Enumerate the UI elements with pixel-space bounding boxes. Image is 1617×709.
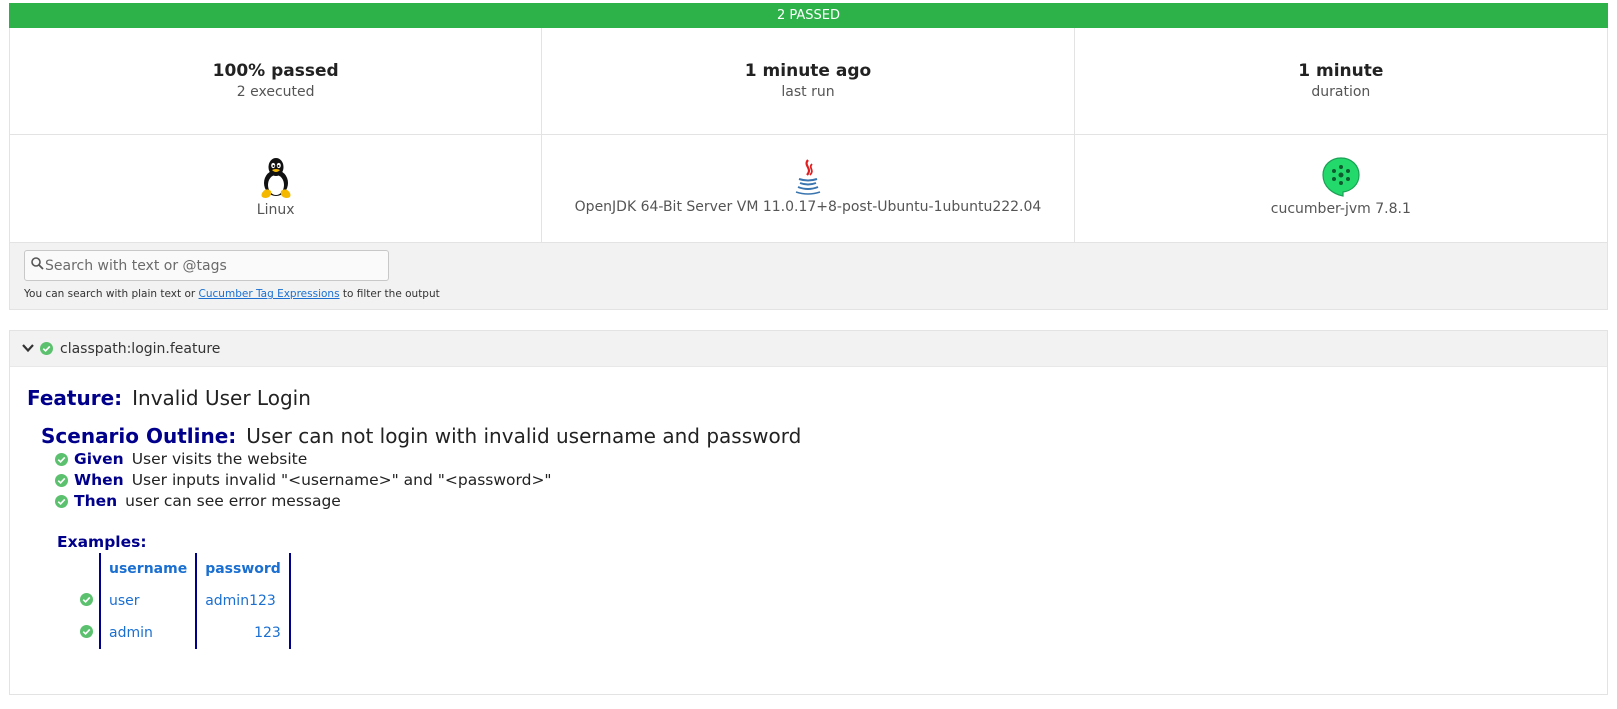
passed-check-icon: [55, 453, 68, 466]
os-info: Linux: [10, 135, 543, 243]
table-cell: admin123: [195, 585, 291, 617]
step-text: User visits the website: [131, 450, 308, 468]
step-text: user can see error message: [125, 492, 341, 510]
passed-check-icon: [55, 495, 68, 508]
passed-check-icon: [55, 474, 68, 487]
duration-label: duration: [1311, 84, 1371, 100]
passed-check-icon: [80, 592, 93, 606]
executed-count: 2 executed: [236, 84, 315, 100]
tag-expressions-link[interactable]: Cucumber Tag Expressions: [199, 288, 340, 300]
status-banner: 2 PASSED: [9, 3, 1608, 28]
table-row: user admin123: [74, 585, 291, 617]
step-keyword: When: [74, 471, 124, 489]
summary-panel: 100% passed 2 executed 1 minute ago last…: [9, 28, 1608, 243]
step-when: When User inputs invalid "<username>" and…: [55, 471, 552, 489]
chevron-down-icon[interactable]: [22, 343, 34, 353]
table-cell: admin: [98, 617, 197, 649]
search-panel: You can search with plain text or Cucumb…: [9, 243, 1608, 310]
table-row: admin 123: [74, 617, 291, 649]
step-text: User inputs invalid "<username>" and "<p…: [131, 471, 552, 489]
duration-stat: 1 minute duration: [1074, 28, 1607, 135]
cucumber-icon: [1322, 157, 1360, 197]
table-header-row: username password: [74, 553, 291, 585]
row-status: [74, 617, 100, 649]
feature-keyword: Feature:: [27, 386, 123, 410]
row-status: [74, 585, 100, 617]
java-icon: [795, 159, 821, 195]
status-header: [74, 553, 100, 585]
last-run-stat: 1 minute ago last run: [542, 28, 1075, 135]
passed-check-icon: [40, 342, 53, 355]
search-box[interactable]: [24, 250, 389, 281]
linux-tux-icon: [261, 158, 291, 198]
last-run-value: 1 minute ago: [744, 61, 872, 81]
passed-percent: 100% passed: [212, 61, 339, 81]
column-header: username: [98, 553, 197, 585]
step-keyword: Then: [74, 492, 118, 510]
step-given: Given User visits the website: [55, 450, 307, 468]
scenario-name: User can not login with invalid username…: [246, 424, 802, 448]
tool-info: cucumber-jvm 7.8.1: [1075, 135, 1607, 243]
feature-header[interactable]: classpath:login.feature: [10, 331, 1607, 367]
table-cell: 123: [195, 617, 291, 649]
scenario-keyword: Scenario Outline:: [41, 424, 237, 448]
passed-stat: 100% passed 2 executed: [10, 28, 543, 135]
step-then: Then user can see error message: [55, 492, 341, 510]
os-label: Linux: [256, 202, 295, 218]
search-hint: You can search with plain text or Cucumb…: [24, 288, 440, 300]
column-header: password: [195, 553, 291, 585]
feature-panel: classpath:login.feature Feature: Invalid …: [9, 330, 1608, 695]
search-input[interactable]: [45, 253, 385, 278]
examples-table: username password user admin123 admin 12…: [74, 553, 291, 649]
examples-title: Examples:: [57, 533, 147, 551]
passed-check-icon: [80, 624, 93, 638]
duration-value: 1 minute: [1298, 61, 1384, 81]
table-cell: user: [98, 585, 197, 617]
feature-name: Invalid User Login: [132, 386, 311, 410]
step-keyword: Given: [74, 450, 124, 468]
feature-title: Feature: Invalid User Login: [27, 386, 311, 410]
scenario-title: Scenario Outline: User can not login with…: [41, 424, 801, 448]
feature-uri: classpath:login.feature: [60, 341, 221, 357]
search-icon: [31, 257, 44, 270]
tool-label: cucumber-jvm 7.8.1: [1270, 201, 1411, 217]
runtime-info: OpenJDK 64-Bit Server VM 11.0.17+8-post-…: [542, 135, 1075, 243]
search-hint-prefix: You can search with plain text or: [24, 288, 199, 300]
runtime-label: OpenJDK 64-Bit Server VM 11.0.17+8-post-…: [574, 199, 1042, 215]
search-hint-suffix: to filter the output: [339, 288, 440, 300]
last-run-label: last run: [781, 84, 835, 100]
